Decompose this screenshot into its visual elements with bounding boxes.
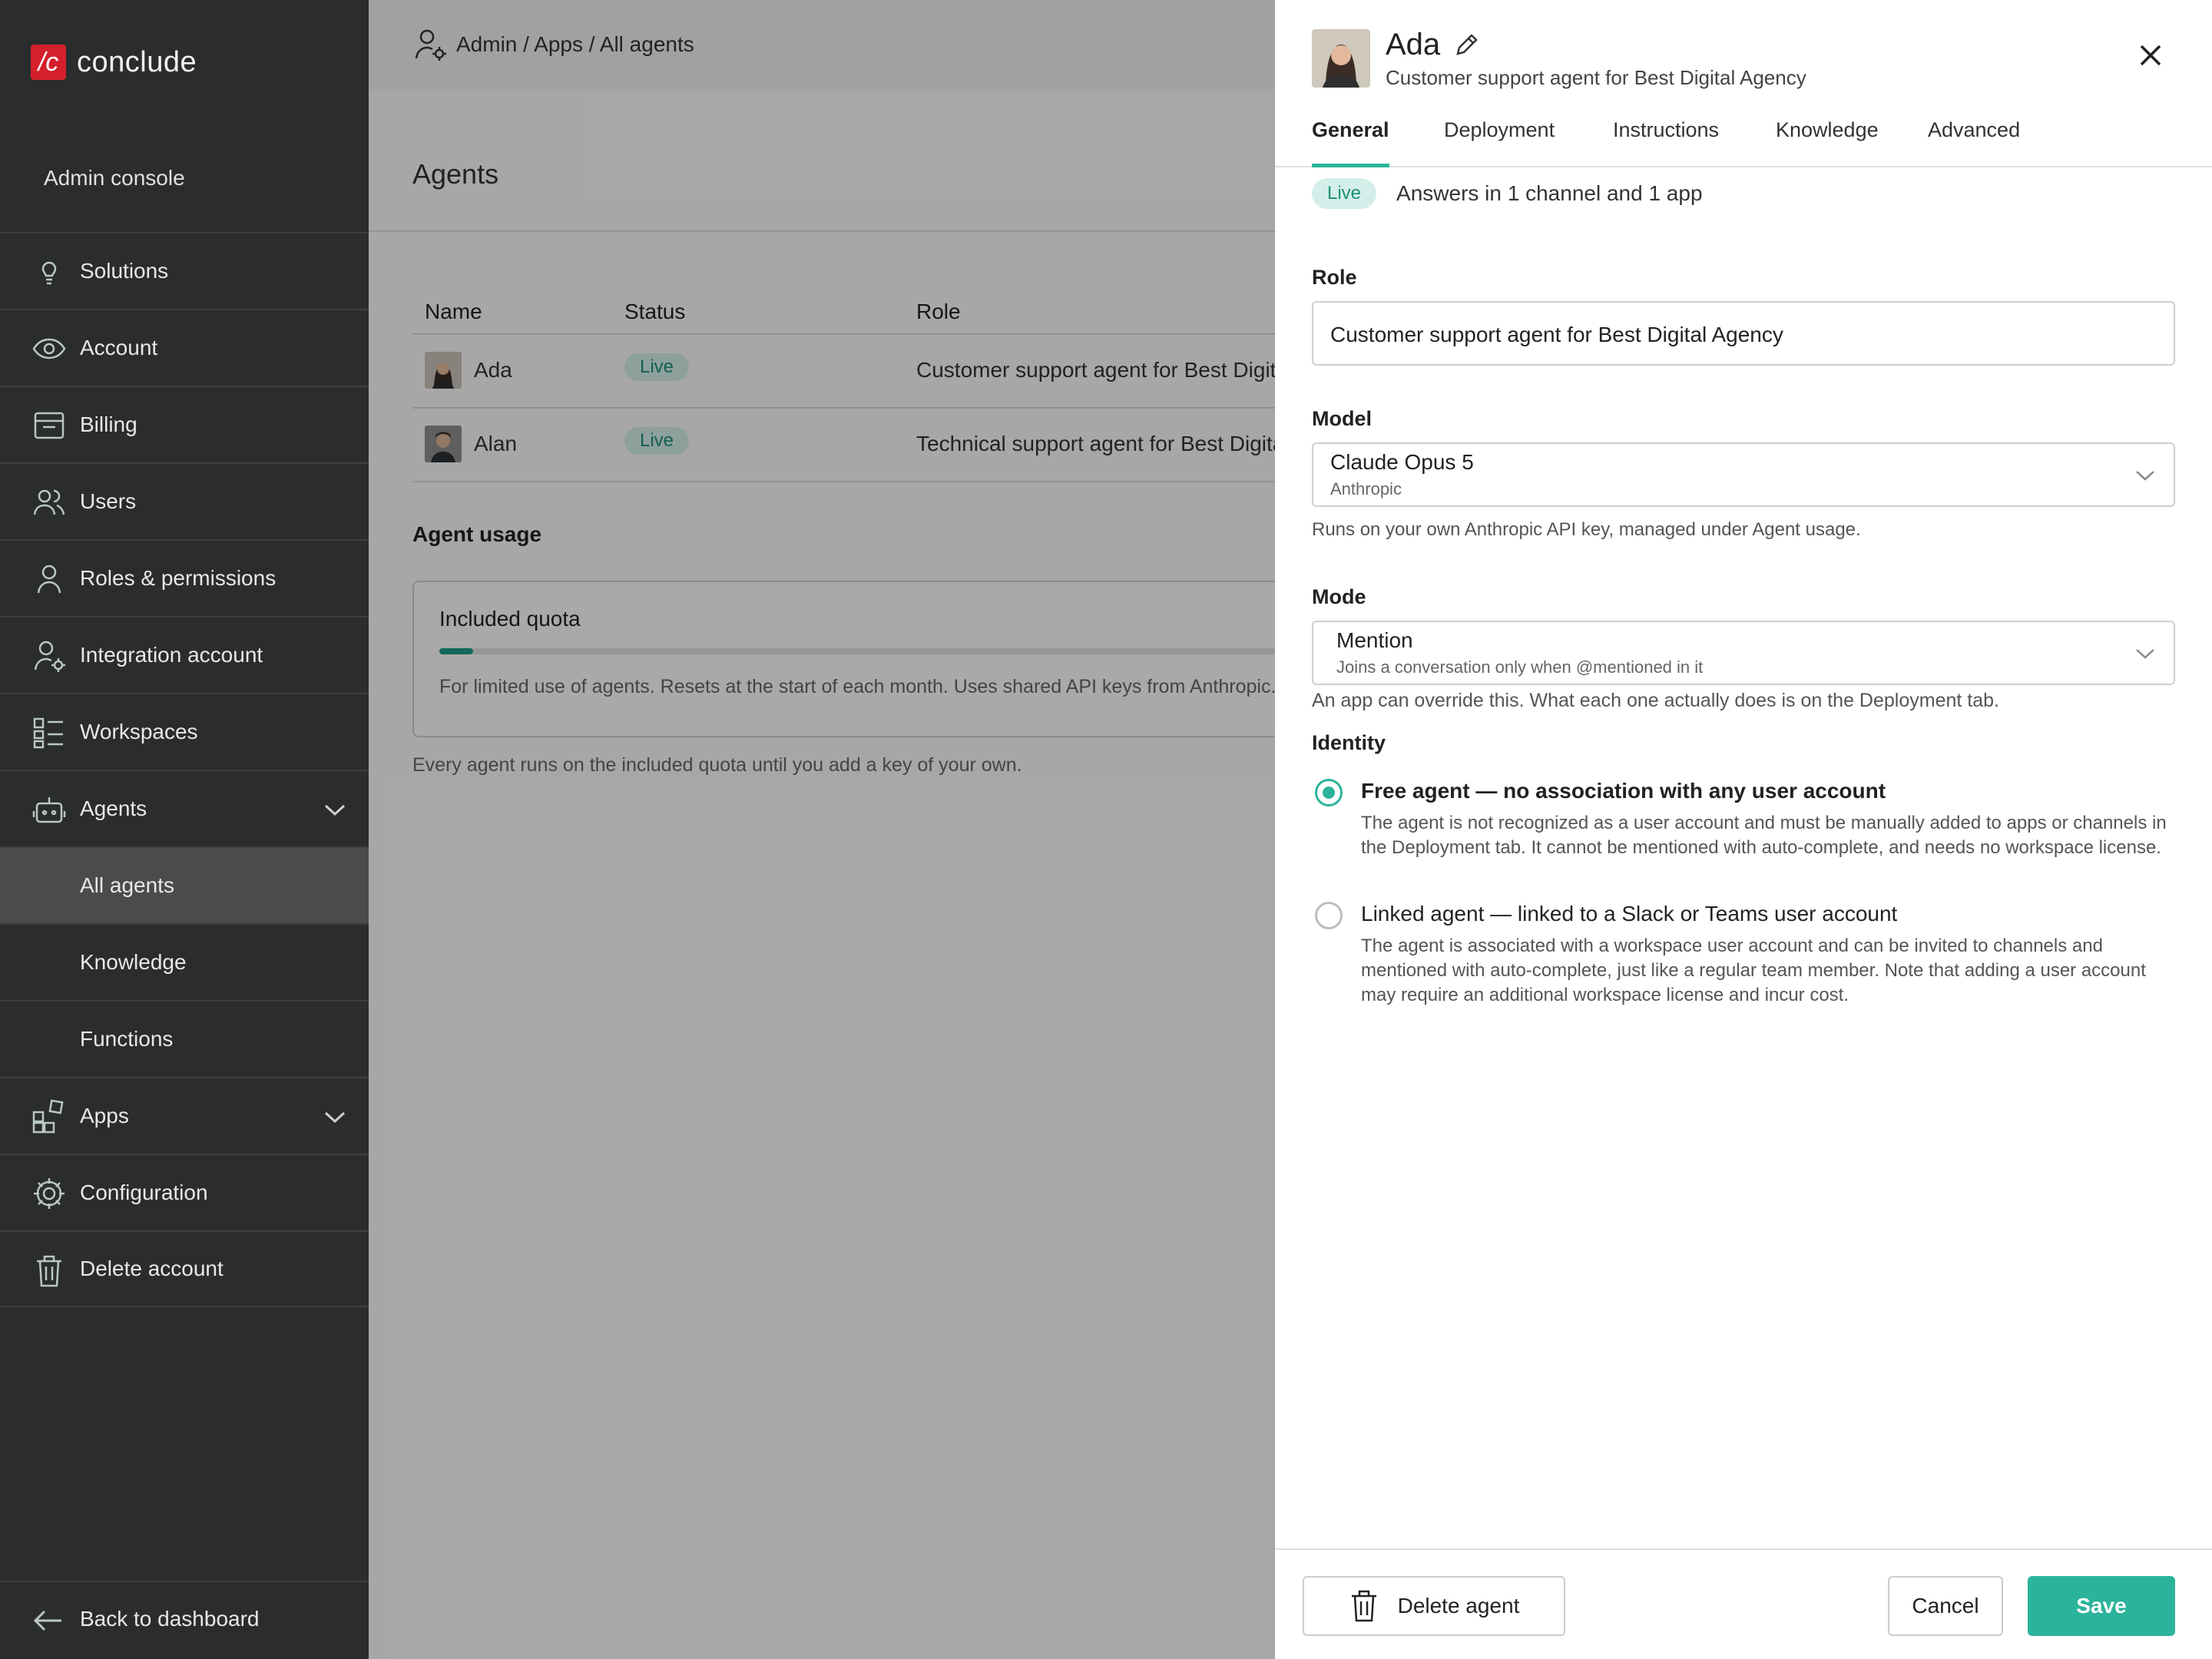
arrow-left-icon [33, 1610, 61, 1631]
sidebar-item-functions[interactable]: Functions [0, 1000, 369, 1077]
tab-general[interactable]: General [1312, 118, 1389, 167]
tab-knowledge[interactable]: Knowledge [1776, 118, 1879, 164]
apps-icon [32, 1099, 64, 1134]
tab-advanced[interactable]: Advanced [1928, 118, 2020, 164]
agent-subtitle: Customer support agent for Best Digital … [1386, 66, 1806, 89]
sidebar-item-knowledge[interactable]: Knowledge [0, 923, 369, 1000]
sidebar-item-agents[interactable]: Agents [0, 770, 369, 846]
mode-description: Joins a conversation only when @mentione… [1336, 657, 1704, 677]
sidebar-item-label: Agents [80, 796, 147, 820]
sidebar-item-label: Roles & permissions [80, 566, 276, 590]
avatar [1312, 29, 1370, 88]
model-select[interactable]: Claude Opus 5 Anthropic [1312, 442, 2175, 507]
trash-icon [1351, 1590, 1376, 1622]
sidebar-item-delete-account[interactable]: Delete account [0, 1230, 369, 1307]
sidebar-item-label: Configuration [80, 1181, 208, 1204]
sidebar-item-all-agents[interactable]: All agents [0, 846, 369, 923]
sidebar-item-apps[interactable]: Apps [0, 1077, 369, 1154]
sidebar-item-label: Solutions [80, 259, 169, 283]
model-provider: Anthropic [1330, 479, 1402, 498]
close-icon[interactable] [2137, 41, 2164, 69]
logo-mark: /c [31, 45, 66, 80]
sidebar-item-label: Workspaces [80, 720, 198, 743]
sidebar-item-label: Delete account [80, 1257, 224, 1280]
pencil-icon[interactable] [1453, 31, 1481, 58]
model-select-value: Claude Opus 5 [1330, 450, 1474, 474]
lightbulb-icon [41, 261, 57, 285]
radio-description: The agent is not recognized as a user ac… [1361, 813, 2167, 858]
mode-select[interactable]: Mention Joins a conversation only when @… [1312, 621, 2175, 685]
sidebar-item-roles[interactable]: Roles & permissions [0, 539, 369, 616]
radio-linked-agent[interactable] [1315, 902, 1343, 929]
logo[interactable]: /c conclude [31, 45, 197, 80]
sidebar-item-account[interactable]: Account [0, 309, 369, 386]
eye-icon [32, 338, 66, 359]
role-label: Role [1312, 266, 1357, 289]
back-to-dashboard-link[interactable]: Back to dashboard [0, 1581, 369, 1659]
admin-console-label: Admin console [44, 166, 185, 190]
model-hint: Runs on your own Anthropic API key, mana… [1312, 519, 1861, 540]
status-text: Answers in 1 channel and 1 app [1396, 181, 1703, 205]
cancel-button[interactable]: Cancel [1888, 1576, 2003, 1636]
sidebar-nav: Solutions Account Billing Users Roles & … [0, 232, 369, 1307]
back-to-dashboard-label: Back to dashboard [80, 1607, 260, 1631]
radio-title: Linked agent — linked to a Slack or Team… [1361, 902, 1898, 926]
sidebar-item-label: Knowledge [80, 950, 187, 974]
status-badge: Live [1312, 178, 1377, 209]
model-label: Model [1312, 407, 1372, 430]
gear-icon [34, 1178, 65, 1209]
logo-text: conclude [77, 45, 197, 78]
mode-label: Mode [1312, 585, 1366, 608]
workspaces-icon [33, 717, 63, 749]
chevron-down-icon [2136, 649, 2154, 659]
sidebar-item-label: Integration account [80, 643, 263, 667]
sidebar-item-solutions[interactable]: Solutions [0, 232, 369, 309]
role-input[interactable]: Customer support agent for Best Digital … [1312, 301, 2175, 366]
chevron-down-icon[interactable] [323, 1104, 347, 1129]
billing-icon [34, 412, 65, 439]
delete-agent-label: Delete agent [1397, 1594, 1520, 1618]
trash-icon [37, 1255, 61, 1287]
drawer-footer: Delete agent Cancel Save [1275, 1548, 2212, 1659]
drawer-tabs: General Deployment Instructions Knowledg… [1275, 108, 2212, 167]
agent-name-heading: Ada [1386, 28, 1441, 61]
identity-label: Identity [1312, 731, 1386, 754]
mode-hint: An app can override this. What each one … [1312, 690, 1999, 711]
sidebar-item-label: Apps [80, 1104, 129, 1128]
sidebar-item-label: All agents [80, 873, 174, 897]
delete-agent-button[interactable]: Delete agent [1303, 1576, 1565, 1636]
save-button[interactable]: Save [2028, 1576, 2175, 1636]
tab-deployment[interactable]: Deployment [1444, 118, 1555, 164]
agent-drawer: Ada Customer support agent for Best Digi… [1275, 0, 2212, 1659]
sidebar-item-integration-account[interactable]: Integration account [0, 616, 369, 693]
sidebar-item-label: Users [80, 489, 137, 513]
sidebar-item-label: Billing [80, 412, 137, 436]
role-input-value: Customer support agent for Best Digital … [1330, 323, 1783, 346]
chevron-down-icon[interactable] [323, 797, 347, 822]
person-icon [37, 565, 61, 594]
tab-instructions[interactable]: Instructions [1613, 118, 1719, 164]
person-gear-icon [34, 641, 65, 672]
sidebar-item-label: Functions [80, 1027, 174, 1051]
sidebar-item-label: Account [80, 336, 158, 359]
chevron-down-icon [2136, 471, 2154, 481]
sidebar: /c conclude Admin console Solutions Acco… [0, 0, 369, 1659]
sidebar-item-users[interactable]: Users [0, 462, 369, 539]
robot-icon [32, 797, 66, 823]
radio-title: Free agent — no association with any use… [1361, 779, 1886, 803]
mode-select-value: Mention [1336, 628, 1413, 652]
radio-description: The agent is associated with a workspace… [1361, 935, 2146, 1005]
radio-free-agent[interactable] [1315, 779, 1343, 806]
sidebar-item-billing[interactable]: Billing [0, 386, 369, 462]
users-icon [33, 489, 65, 515]
status-row: Live Answers in 1 channel and 1 app [1312, 178, 1703, 209]
modal-backdrop[interactable] [369, 0, 1275, 1659]
sidebar-item-workspaces[interactable]: Workspaces [0, 693, 369, 770]
sidebar-item-configuration[interactable]: Configuration [0, 1154, 369, 1230]
